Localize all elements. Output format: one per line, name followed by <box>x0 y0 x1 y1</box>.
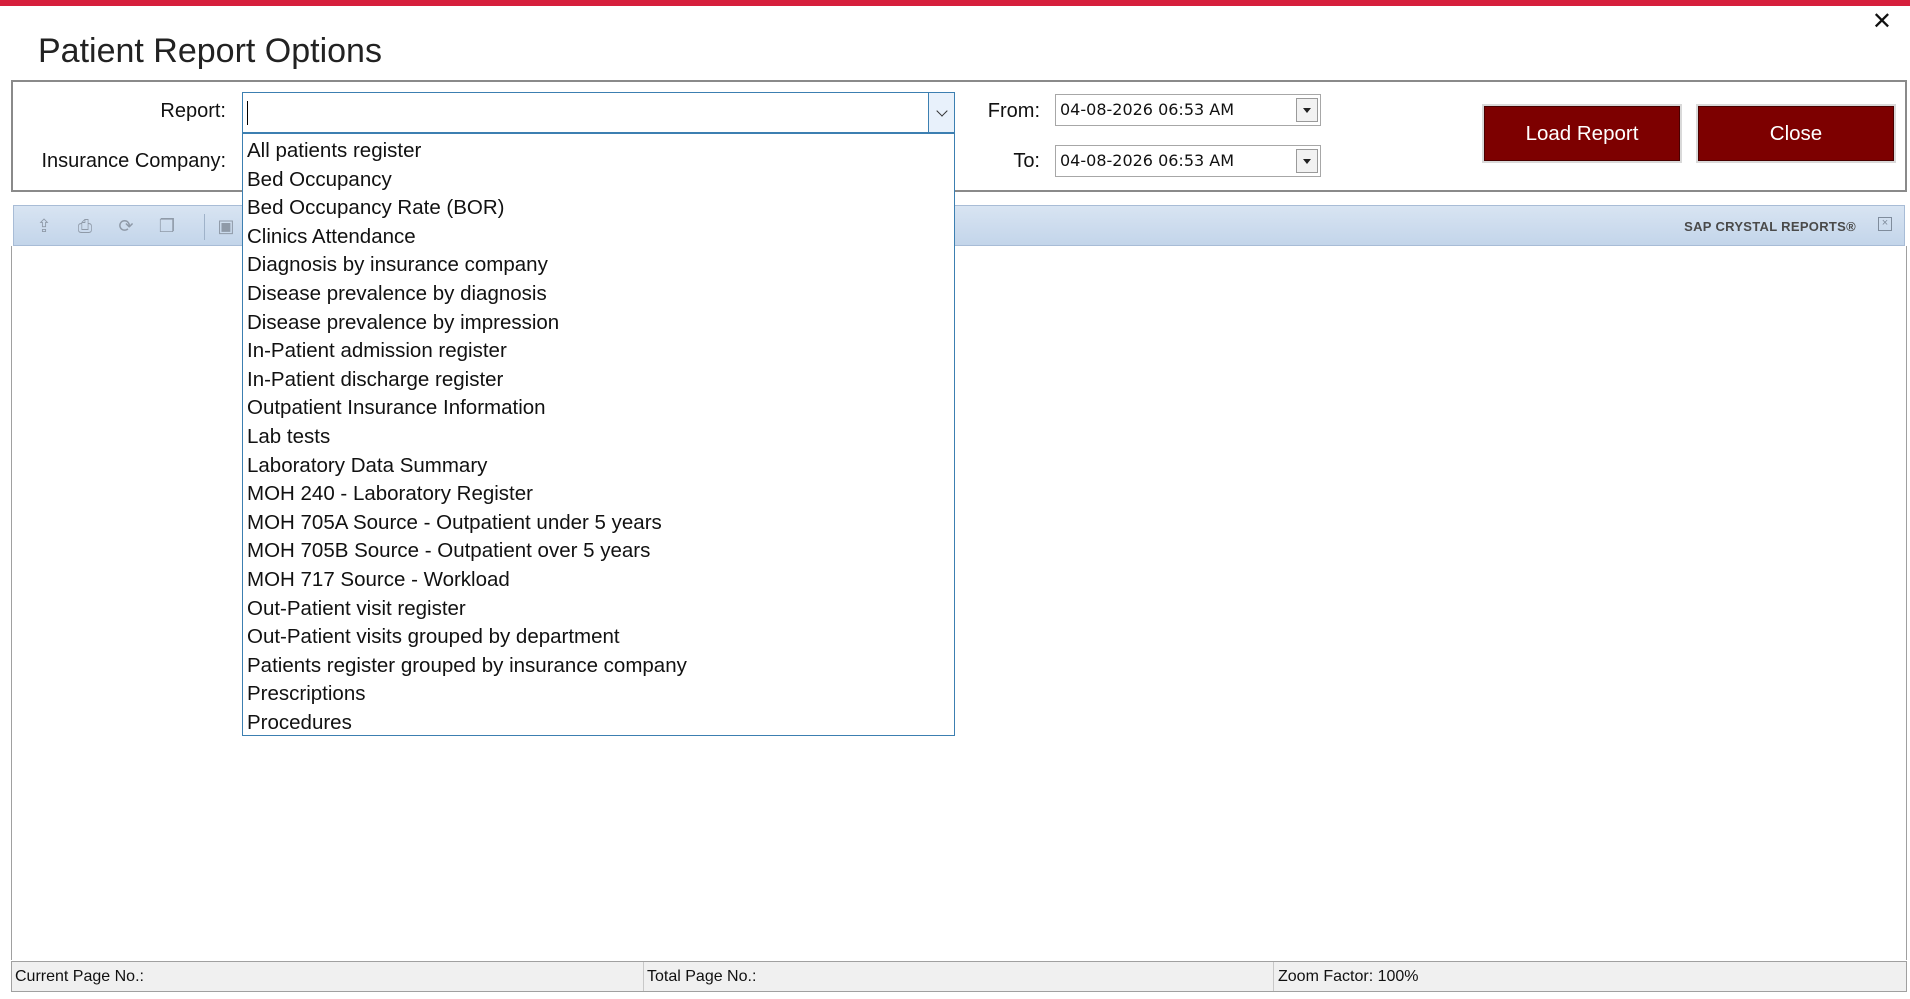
report-option[interactable]: Diagnosis by insurance company <box>243 251 954 280</box>
to-date-picker[interactable]: 04-08-2026 06:53 AM <box>1055 145 1321 177</box>
to-date-dropdown-button[interactable] <box>1296 149 1318 173</box>
to-label: To: <box>1013 150 1040 172</box>
from-date-picker[interactable]: 04-08-2026 06:53 AM <box>1055 94 1321 126</box>
report-option[interactable]: Procedures <box>243 709 954 738</box>
report-option[interactable]: Outpatient Insurance Information <box>243 394 954 423</box>
report-option[interactable]: Disease prevalence by diagnosis <box>243 280 954 309</box>
report-option[interactable]: All patients register <box>243 137 954 166</box>
report-dropdown-list: All patients register Bed Occupancy Bed Oc… <box>242 133 955 736</box>
report-dropdown-button[interactable] <box>928 93 954 132</box>
from-label: From: <box>987 100 1040 122</box>
report-option[interactable]: Clinics Attendance <box>243 223 954 252</box>
text-cursor <box>247 101 248 125</box>
report-option[interactable]: In-Patient admission register <box>243 337 954 366</box>
current-page-status: Current Page No.: <box>12 962 644 991</box>
close-button[interactable]: Close <box>1698 106 1894 161</box>
group-tree-icon[interactable]: ▣ <box>214 215 238 237</box>
load-report-button[interactable]: Load Report <box>1484 106 1680 161</box>
report-combobox[interactable] <box>242 92 955 133</box>
print-icon[interactable]: ⎙ <box>73 215 97 237</box>
zoom-factor-status: Zoom Factor: 100% <box>1278 968 1419 985</box>
to-date-value: 04-08-2026 06:53 AM <box>1060 151 1235 170</box>
report-label: Report: <box>160 100 226 122</box>
triangle-down-icon <box>1303 158 1311 164</box>
report-option[interactable]: MOH 240 - Laboratory Register <box>243 480 954 509</box>
status-bar: Current Page No.: Total Page No.: Zoom F… <box>11 961 1907 992</box>
report-option[interactable]: MOH 717 Source - Workload <box>243 566 954 595</box>
close-viewer-icon[interactable]: × <box>1878 217 1892 231</box>
from-date-dropdown-button[interactable] <box>1296 98 1318 122</box>
chevron-down-icon <box>935 104 948 117</box>
report-option[interactable]: Out-Patient visits grouped by department <box>243 623 954 652</box>
refresh-icon[interactable]: ⟳ <box>114 215 138 237</box>
report-option[interactable]: Laboratory Data Summary <box>243 452 954 481</box>
toolbar-separator <box>204 214 205 240</box>
from-date-value: 04-08-2026 06:53 AM <box>1060 100 1235 119</box>
total-page-status: Total Page No.: <box>644 962 1274 991</box>
report-option[interactable]: In-Patient discharge register <box>243 366 954 395</box>
report-option[interactable]: Lab tests <box>243 423 954 452</box>
report-option[interactable]: Bed Occupancy <box>243 166 954 195</box>
report-option[interactable]: Patients register grouped by insurance c… <box>243 652 954 681</box>
copy-icon[interactable]: ❐ <box>155 215 179 237</box>
window-close-icon[interactable]: ✕ <box>1872 10 1892 34</box>
report-option[interactable]: MOH 705B Source - Outpatient over 5 year… <box>243 537 954 566</box>
export-icon[interactable]: ⇪ <box>32 215 56 237</box>
report-option[interactable]: Disease prevalence by impression <box>243 309 954 338</box>
insurance-company-label: Insurance Company: <box>41 150 226 172</box>
report-option[interactable]: Prescriptions <box>243 680 954 709</box>
window-title: Patient Report Options <box>38 32 382 70</box>
window-accent-bar <box>0 0 1910 6</box>
report-option[interactable]: Out-Patient visit register <box>243 595 954 624</box>
triangle-down-icon <box>1303 107 1311 113</box>
report-option[interactable]: Bed Occupancy Rate (BOR) <box>243 194 954 223</box>
crystal-reports-brand: SAP CRYSTAL REPORTS® <box>1684 219 1856 234</box>
report-option[interactable]: MOH 705A Source - Outpatient under 5 yea… <box>243 509 954 538</box>
